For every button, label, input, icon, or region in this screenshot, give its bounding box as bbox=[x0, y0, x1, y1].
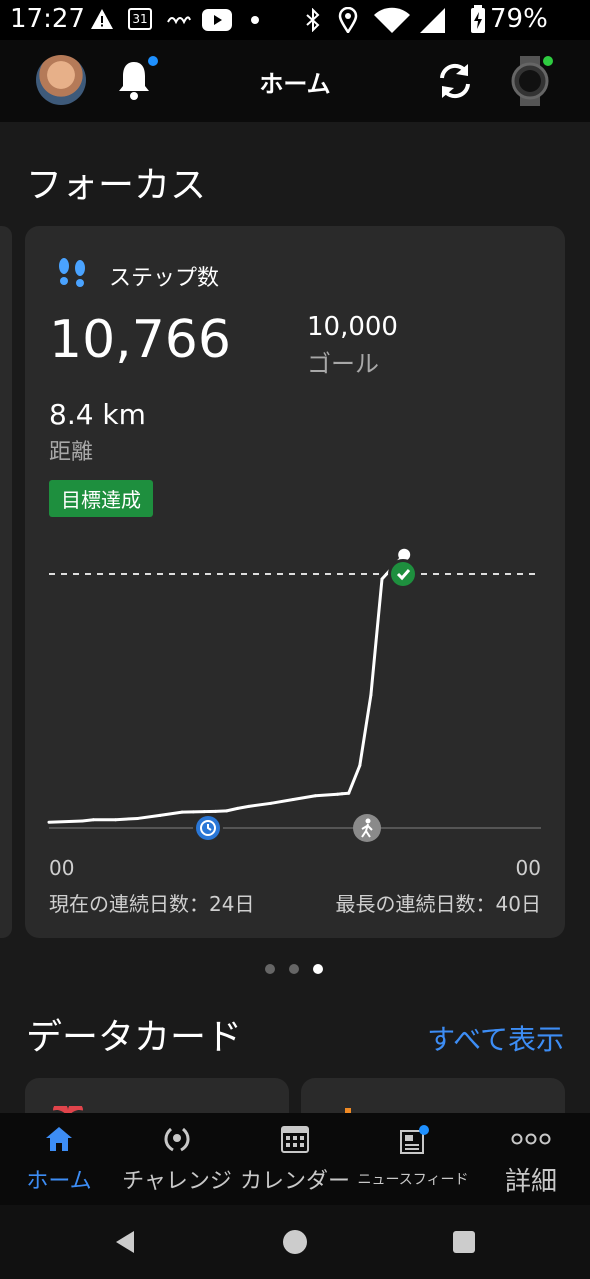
current-point bbox=[398, 548, 411, 561]
focus-section-title: フォーカス bbox=[26, 165, 207, 206]
steps-line-segment bbox=[158, 810, 184, 817]
nav-newsfeed[interactable]: ニュースフィード bbox=[354, 1113, 472, 1205]
location-icon bbox=[338, 7, 358, 33]
card-label: ステップ数 bbox=[109, 266, 220, 291]
nav-more-label: 詳細 bbox=[504, 1167, 557, 1197]
steps-card[interactable]: ステップ数 10,766 10,000 ゴール 8.4 km 距離 目標達成 0… bbox=[25, 226, 565, 938]
status-bar: 17:27 31 79% bbox=[0, 0, 590, 40]
sync-icon[interactable] bbox=[434, 60, 476, 102]
steps-value: 10,766 bbox=[49, 310, 231, 370]
nav-challenges[interactable]: チャレンジ bbox=[118, 1113, 236, 1205]
alarm-clock-icon bbox=[193, 813, 223, 843]
walking-icon bbox=[353, 814, 381, 842]
wifi-icon bbox=[374, 7, 410, 33]
steps-line-segment bbox=[347, 764, 362, 795]
home-circle-icon[interactable] bbox=[282, 1229, 308, 1255]
device-connected-dot bbox=[543, 56, 553, 66]
steps-line-segment bbox=[47, 819, 84, 824]
steps-line-segment bbox=[136, 813, 162, 820]
longest-streak: 最長の連続日数：40日 bbox=[335, 892, 541, 916]
laurel-icon bbox=[164, 1127, 190, 1152]
chart-time-start: 00 bbox=[49, 856, 75, 880]
datacards-section-title: データカード bbox=[26, 1017, 243, 1058]
dot-icon bbox=[251, 16, 259, 24]
steps-line-segment bbox=[114, 816, 140, 822]
calendar-grid-icon bbox=[281, 1126, 309, 1153]
system-navigation-bar bbox=[0, 1205, 590, 1279]
steps-line-segment bbox=[247, 801, 273, 808]
bottom-navigation: ホーム チャレンジ カレンダー ニュースフィード 詳細 bbox=[0, 1113, 590, 1205]
steps-line-segment bbox=[225, 806, 240, 813]
warning-icon bbox=[91, 9, 113, 29]
nav-calendar[interactable]: カレンダー bbox=[236, 1113, 354, 1205]
nav-home-label: ホーム bbox=[26, 1169, 92, 1194]
pager-dot-1[interactable] bbox=[265, 964, 275, 974]
youtube-icon bbox=[202, 9, 232, 31]
goal-achieved-badge: 目標達成 bbox=[49, 480, 153, 517]
goal-value: 10,000 bbox=[307, 312, 398, 342]
current-streak: 現在の連続日数：24日 bbox=[49, 892, 255, 916]
nav-calendar-label: カレンダー bbox=[239, 1169, 350, 1194]
chart-time-end: 00 bbox=[515, 856, 541, 880]
status-time: 17:27 bbox=[10, 4, 85, 34]
steps-line-segment bbox=[313, 792, 340, 798]
show-all-link[interactable]: すべて表示 bbox=[427, 1018, 564, 1058]
distance-value: 8.4 km bbox=[49, 398, 146, 431]
battery-icon bbox=[471, 5, 485, 33]
steps-chart bbox=[47, 548, 541, 843]
goal-label: ゴール bbox=[307, 350, 379, 378]
recents-icon[interactable] bbox=[452, 1230, 476, 1254]
steps-line-segment bbox=[80, 818, 95, 823]
steps-line-segment bbox=[214, 809, 229, 813]
bluetooth-icon bbox=[306, 8, 320, 32]
footsteps-icon bbox=[59, 258, 85, 287]
steps-line-segment bbox=[269, 798, 295, 805]
more-icon bbox=[511, 1133, 551, 1145]
steps-line-segment bbox=[369, 577, 384, 697]
pager-dot-3-active[interactable] bbox=[313, 964, 323, 974]
goal-check-icon bbox=[388, 559, 418, 589]
page-title: ホーム bbox=[259, 70, 331, 98]
signal-icon bbox=[420, 8, 445, 33]
steps-line-segment bbox=[236, 804, 251, 810]
nav-home[interactable]: ホーム bbox=[0, 1113, 118, 1205]
app-logo-icon bbox=[167, 16, 191, 25]
newsfeed-icon bbox=[400, 1125, 429, 1154]
calendar-icon: 31 bbox=[128, 8, 152, 30]
steps-line-segment bbox=[291, 794, 317, 802]
nav-challenges-label: チャレンジ bbox=[122, 1169, 232, 1194]
nav-more[interactable]: 詳細 bbox=[472, 1113, 590, 1205]
steps-line-segment bbox=[358, 693, 373, 768]
distance-label: 距離 bbox=[49, 440, 94, 465]
pager-dot-2[interactable] bbox=[289, 964, 299, 974]
back-icon[interactable] bbox=[112, 1229, 138, 1255]
home-icon bbox=[46, 1127, 72, 1151]
previous-card-peek[interactable] bbox=[0, 226, 12, 938]
app-header: ホーム bbox=[0, 40, 590, 122]
nav-newsfeed-label: ニュースフィード bbox=[357, 1172, 469, 1188]
battery-percentage: 79% bbox=[490, 4, 548, 34]
